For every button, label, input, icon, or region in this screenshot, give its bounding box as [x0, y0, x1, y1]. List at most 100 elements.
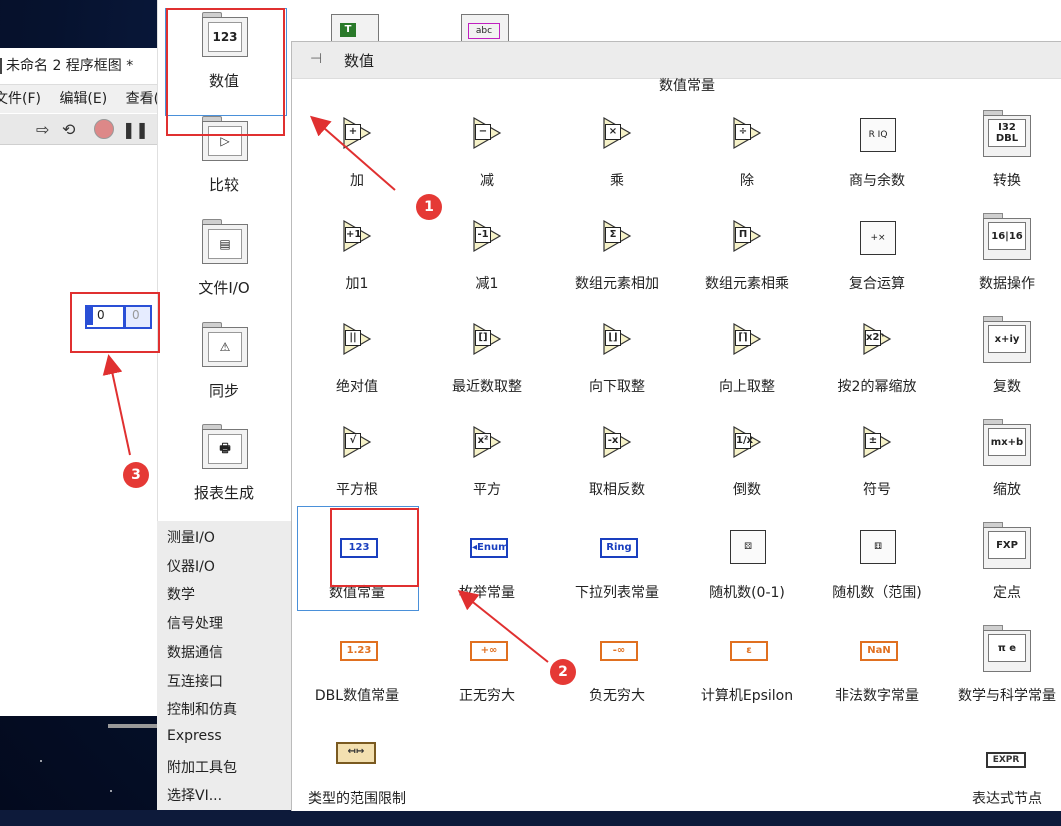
palette-item[interactable]: -1 减1: [422, 211, 552, 311]
palette-item-label: 计算机Epsilon: [700, 688, 794, 704]
category-label: 文件I/O: [198, 279, 250, 297]
palette-item-label: 枚举常量: [459, 585, 515, 601]
sync-icon: ⚠: [208, 332, 242, 362]
palette-item[interactable]: Σ 数组元素相加: [552, 211, 682, 311]
category-data-communication[interactable]: 数据通信: [167, 642, 223, 662]
pin-icon[interactable]: ⊣: [310, 51, 328, 67]
category-connectivity[interactable]: 互连接口: [167, 671, 223, 691]
string-folder[interactable]: T: [331, 14, 379, 44]
run-arrow-icon[interactable]: ⇨: [36, 120, 49, 139]
function-icon: ⚅: [860, 530, 896, 564]
palette-item-label: 减: [480, 173, 494, 189]
sky-strip: [571, 0, 1061, 41]
function-icon: x²: [472, 425, 502, 459]
palette-item[interactable]: × 乘: [552, 108, 682, 208]
palette-item[interactable]: Π 数组元素相乘: [682, 211, 812, 311]
constant-icon: +∞: [470, 641, 508, 661]
function-icon: ||: [342, 322, 372, 356]
category-math[interactable]: 数学: [167, 584, 195, 604]
palette-item[interactable]: ⚅ 随机数（范围): [812, 520, 942, 620]
category-label: 报表生成: [193, 484, 254, 502]
palette-item-label: 下拉列表常量: [575, 585, 659, 601]
numeric-palette: ⊣ 数值 数值常量 + 加 − 减 × 乘 ÷ 除 R IQ 商与余数 I32 DBL 转换 +1 加1-…: [291, 41, 1061, 811]
palette-item[interactable]: ⚄ 随机数(0-1): [682, 520, 812, 620]
palette-item[interactable]: -x 取相反数: [552, 417, 682, 517]
subpalette-glyph: π e: [988, 634, 1026, 662]
constant-icon: 1.23: [340, 641, 378, 661]
abort-icon[interactable]: [94, 119, 114, 139]
operator-glyph: ×: [605, 124, 621, 140]
operator-glyph: √: [345, 433, 361, 449]
palette-item[interactable]: 1/x 倒数: [682, 417, 812, 517]
palette-item[interactable]: ↤↦ 类型的范围限制: [292, 726, 422, 826]
category-measurement-io[interactable]: 测量I/O: [167, 527, 215, 547]
operator-glyph: []: [475, 330, 491, 346]
palette-item[interactable]: I32 DBL 转换: [942, 108, 1061, 208]
palette-item[interactable]: 16|16 数据操作: [942, 211, 1061, 311]
category-control-simulation[interactable]: 控制和仿真: [167, 699, 237, 719]
palette-item[interactable]: FXP 定点: [942, 520, 1061, 620]
palette-item[interactable]: π e 数学与科学常量: [942, 623, 1061, 723]
window-titlebar: 未命名 2 程序框图 *: [0, 48, 157, 85]
palette-item[interactable]: +× 复合运算: [812, 211, 942, 311]
palette-item-label: 表达式节点: [972, 791, 1042, 807]
window-icon: [0, 58, 2, 74]
category-synchronization[interactable]: ⚠ 同步: [157, 318, 291, 418]
string-abc-folder[interactable]: abc: [461, 14, 509, 44]
category-express[interactable]: Express: [167, 728, 222, 744]
palette-item[interactable]: + 加: [292, 108, 422, 208]
palette-item[interactable]: − 减: [422, 108, 552, 208]
window-title: 未命名 2 程序框图 *: [6, 58, 134, 74]
category-select-vi[interactable]: 选择VI...: [167, 785, 222, 805]
annotation-box-numeric-constant: [330, 508, 419, 587]
category-addons[interactable]: 附加工具包: [167, 757, 237, 777]
category-report-generation[interactable]: 🖶 报表生成: [157, 420, 291, 520]
menubar: 文件(F) 编辑(E) 查看(V): [0, 85, 157, 113]
palette-item[interactable]: x² 平方: [422, 417, 552, 517]
palette-item[interactable]: || 绝对值: [292, 314, 422, 414]
palette-item[interactable]: ÷ 除: [682, 108, 812, 208]
palette-item[interactable]: NaN 非法数字常量: [812, 623, 942, 723]
subpalette-glyph: I32 DBL: [988, 119, 1026, 147]
palette-item[interactable]: Ring 下拉列表常量: [552, 520, 682, 620]
horizontal-scrollbar[interactable]: [108, 724, 157, 728]
category-instrument-io[interactable]: 仪器I/O: [167, 556, 215, 576]
pause-icon[interactable]: ❚❚: [122, 120, 149, 139]
diagram-toolbar: ⇨ ⟲ ❚❚: [0, 114, 157, 145]
subpalette-folder-icon: 16|16: [983, 213, 1031, 260]
palette-item-label: 复合运算: [849, 276, 905, 292]
palette-item[interactable]: x+iy 复数: [942, 314, 1061, 414]
palette-item[interactable]: EXPR 表达式节点: [942, 726, 1061, 826]
palette-item[interactable]: ⌊⌋ 向下取整: [552, 314, 682, 414]
annotation-badge-2: 2: [550, 659, 576, 685]
palette-item-label: 数学与科学常量: [958, 688, 1056, 704]
function-icon: ÷: [732, 116, 762, 150]
palette-item[interactable]: √ 平方根: [292, 417, 422, 517]
category-file-io[interactable]: ▤ 文件I/O: [157, 215, 291, 315]
palette-item[interactable]: 1.23 DBL数值常量: [292, 623, 422, 723]
palette-item-label: 按2的幂缩放: [837, 379, 917, 395]
category-signal-processing[interactable]: 信号处理: [167, 613, 223, 633]
palette-item[interactable]: ± 符号: [812, 417, 942, 517]
menu-edit[interactable]: 编辑(E): [59, 91, 107, 107]
palette-item[interactable]: R IQ 商与余数: [812, 108, 942, 208]
palette-item[interactable]: x2ⁿ 按2的幂缩放: [812, 314, 942, 414]
function-icon: √: [342, 425, 372, 459]
menu-file[interactable]: 文件(F): [0, 91, 41, 107]
palette-hover-caption: 数值常量: [659, 78, 715, 94]
palette-item[interactable]: ⌈⌉ 向上取整: [682, 314, 812, 414]
operator-glyph: ||: [345, 330, 361, 346]
palette-item[interactable]: +1 加1: [292, 211, 422, 311]
palette-item[interactable]: [] 最近数取整: [422, 314, 552, 414]
palette-item[interactable]: mx+b 缩放: [942, 417, 1061, 517]
palette-item-label: 商与余数: [849, 173, 905, 189]
palette-item[interactable]: ε 计算机Epsilon: [682, 623, 812, 723]
string-constant-icon: T: [340, 23, 356, 37]
run-continuously-icon[interactable]: ⟲: [62, 120, 75, 139]
operator-glyph: -x: [605, 433, 621, 449]
menu-view[interactable]: 查看(V): [126, 91, 157, 107]
palette-item[interactable]: ◂Enum 枚举常量: [422, 520, 552, 620]
diagram-canvas[interactable]: 0 0: [0, 145, 157, 716]
palette-item[interactable]: +∞ 正无穷大: [422, 623, 552, 723]
function-icon: ⌊⌋: [602, 322, 632, 356]
